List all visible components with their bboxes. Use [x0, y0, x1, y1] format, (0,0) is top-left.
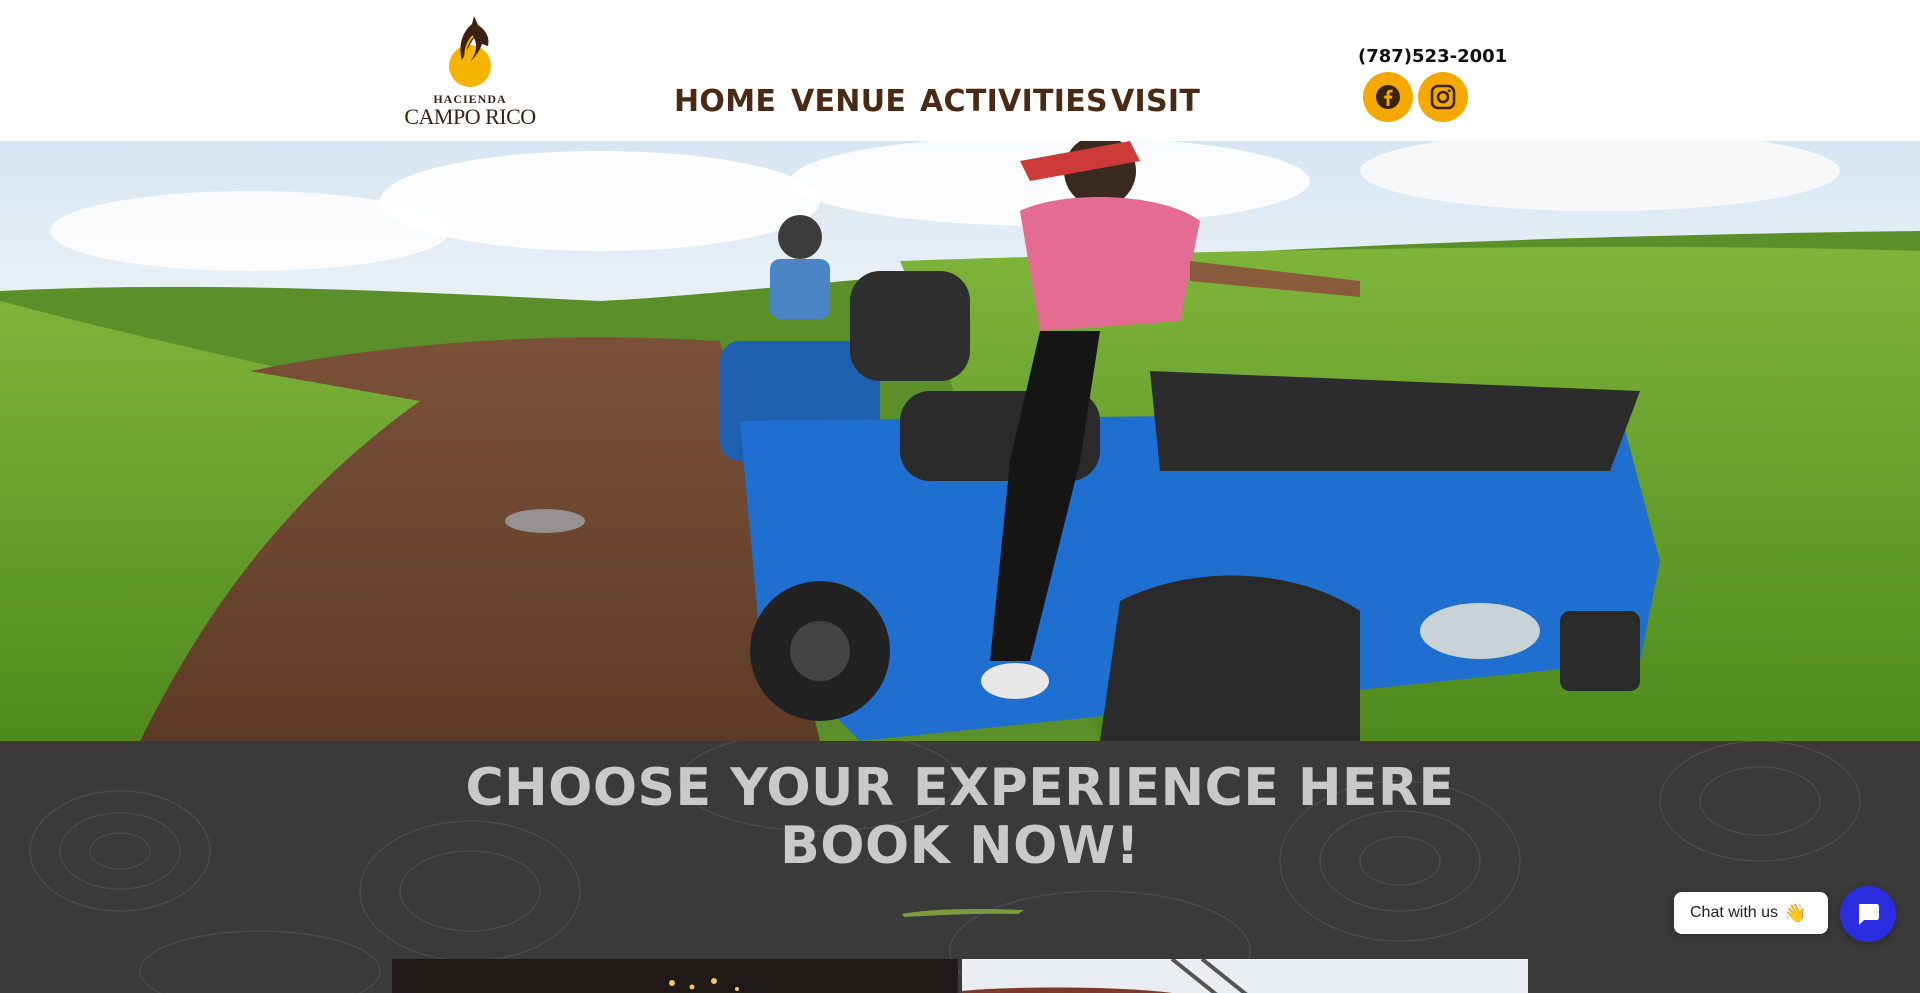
chat-launcher-button[interactable] [1840, 886, 1896, 942]
site-header: HACIENDA CAMPO RICO HOME VENUE ACTIVITIE… [0, 0, 1920, 141]
brush-stroke-divider [902, 909, 1024, 917]
experience-card-venue[interactable] [392, 959, 958, 993]
nav-home[interactable]: HOME [674, 84, 776, 119]
chat-prompt-label: Chat with us [1690, 904, 1779, 921]
experience-card-image [962, 959, 1528, 993]
nav-visit[interactable]: VISIT [1111, 84, 1200, 119]
atv-riders-photo [0, 141, 1920, 741]
instagram-link[interactable] [1418, 72, 1468, 122]
booking-title: CHOOSE YOUR EXPERIENCE HERE BOOK NOW! [0, 759, 1920, 875]
nav-activities[interactable]: ACTIVITIES [920, 84, 1108, 119]
facebook-icon [1376, 85, 1400, 109]
waving-hand-icon: 👋 [1784, 902, 1807, 923]
phone-number[interactable]: (787)523-2001 [1358, 46, 1507, 67]
instagram-icon [1430, 84, 1456, 110]
site-logo[interactable]: HACIENDA CAMPO RICO [404, 16, 536, 129]
facebook-link[interactable] [1363, 72, 1413, 122]
booking-title-line2: BOOK NOW! [780, 816, 1140, 876]
chat-icon [1859, 904, 1879, 925]
horse-head-logo-icon [449, 16, 491, 87]
experience-card-image [392, 959, 958, 993]
nav-venue[interactable]: VENUE [791, 84, 906, 119]
chat-prompt-bubble[interactable]: Chat with us 👋 [1674, 892, 1828, 934]
logo-text-large: CAMPO RICO [404, 104, 536, 129]
hero-image [0, 141, 1920, 741]
booking-title-line1: CHOOSE YOUR EXPERIENCE HERE [465, 758, 1455, 818]
experience-card-activities[interactable] [962, 959, 1528, 993]
booking-section: CHOOSE YOUR EXPERIENCE HERE BOOK NOW! [0, 741, 1920, 993]
